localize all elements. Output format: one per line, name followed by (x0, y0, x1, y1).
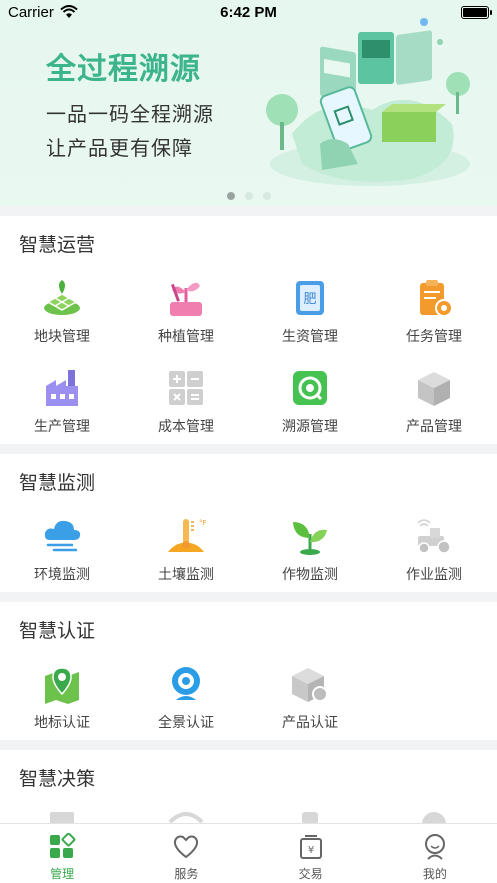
grid-item-landmark-certification[interactable]: 地标认证 (0, 664, 124, 732)
planting-icon (170, 282, 202, 316)
section-smart-certification: 智慧认证 地标认证 全景认证 产品认证 (0, 602, 497, 740)
tab-trade[interactable]: ¥ 交易 (249, 824, 373, 883)
grid-item-crop-monitoring[interactable]: 作物监测 (248, 516, 372, 584)
svg-text:°F: °F (199, 519, 206, 527)
banner-line-1: 一品一码全程溯源 (46, 104, 214, 126)
banner-title: 全过程溯源 (46, 53, 201, 86)
fertilizer-icon: 肥 (296, 281, 324, 315)
profile-icon (424, 834, 445, 860)
grid-item-label: 地标认证 (34, 714, 90, 730)
decision-item-icon[interactable] (166, 808, 206, 824)
decision-item-icon[interactable] (414, 808, 454, 824)
status-bar: Carrier 6:42 PM (0, 0, 497, 24)
field-plot-icon (44, 280, 80, 315)
grid-item-soil-monitoring[interactable]: °F 土壤监测 (124, 516, 248, 584)
grid-item-label: 作物监测 (282, 566, 338, 582)
tab-manage[interactable]: 管理 (0, 824, 124, 883)
grid-item-label: 地块管理 (34, 328, 90, 344)
grid-item-product-management[interactable]: 产品管理 (372, 368, 496, 436)
promo-banner[interactable]: 全过程溯源 一品一码全程溯源 让产品更有保障 (0, 0, 497, 206)
svg-text:¥: ¥ (307, 845, 313, 856)
banner-illustration (266, 18, 470, 186)
factory-icon (46, 370, 78, 406)
tab-label: 我的 (422, 867, 447, 881)
soil-thermometer-icon: °F (168, 519, 206, 552)
grid-item-label: 产品认证 (282, 714, 338, 730)
grid-item-label: 生产管理 (34, 418, 90, 434)
wifi-icon (60, 5, 78, 18)
grid-item-label: 作业监测 (406, 566, 462, 582)
cloud-wind-icon (44, 520, 81, 552)
grid-item-supplies-management[interactable]: 肥 生资管理 (248, 278, 372, 346)
banner-pagination[interactable] (0, 192, 497, 200)
section-title: 智慧运营 (19, 235, 96, 256)
grid-item-panorama-certification[interactable]: 全景认证 (124, 664, 248, 732)
bottom-tab-bar: 管理 服务 ¥ 交易 我的 (0, 823, 497, 883)
calculator-icon (169, 371, 203, 405)
section-title: 智慧决策 (19, 769, 96, 790)
grid-item-trace-management[interactable]: 溯源管理 (248, 368, 372, 436)
section-smart-decision: 智慧决策 (0, 750, 497, 830)
tab-profile[interactable]: 我的 (373, 824, 497, 883)
camera-icon (172, 667, 200, 700)
grid-item-cost-management[interactable]: 成本管理 (124, 368, 248, 436)
pagination-dot[interactable] (262, 192, 271, 200)
map-pin-icon (45, 667, 79, 704)
grid-item-label: 种植管理 (158, 328, 214, 344)
manage-grid-icon (50, 833, 76, 858)
service-heart-icon (174, 835, 199, 859)
grid-item-label: 全景认证 (158, 714, 214, 730)
decision-item-icon[interactable] (42, 808, 82, 824)
section-title: 智慧监测 (19, 473, 96, 494)
tab-label: 管理 (50, 867, 75, 881)
banner-line-2: 让产品更有保障 (46, 138, 193, 160)
grid-item-planting-management[interactable]: 种植管理 (124, 278, 248, 346)
tab-label: 服务 (174, 867, 199, 881)
grid-item-label: 环境监测 (34, 566, 90, 582)
section-title: 智慧认证 (19, 621, 96, 642)
trade-yen-icon: ¥ (299, 835, 322, 859)
product-box-icon (418, 372, 450, 406)
svg-text:肥: 肥 (303, 292, 316, 307)
tab-service[interactable]: 服务 (124, 824, 248, 883)
decision-item-icon[interactable] (290, 808, 330, 824)
grid-item-operation-monitoring[interactable]: 作业监测 (372, 516, 496, 584)
grid-item-label: 土壤监测 (158, 566, 214, 582)
section-smart-operations: 智慧运营 地块管理 种植管理 肥 生资管理 任务管理 生产管理 成本管理 溯源管… (0, 216, 497, 444)
pagination-dot[interactable] (244, 192, 253, 200)
pagination-dot-active[interactable] (226, 192, 235, 200)
carrier-label: Carrier (8, 3, 54, 21)
grid-item-label: 生资管理 (282, 328, 338, 344)
grid-item-task-management[interactable]: 任务管理 (372, 278, 496, 346)
grid-item-label: 产品管理 (406, 418, 462, 434)
grid-item-label: 任务管理 (406, 328, 462, 344)
battery-icon (461, 5, 492, 19)
task-clipboard-icon (420, 280, 453, 317)
grid-item-environment-monitoring[interactable]: 环境监测 (0, 516, 124, 584)
section-smart-monitoring: 智慧监测 环境监测 °F 土壤监测 作物监测 作业监测 (0, 454, 497, 592)
product-cert-icon (292, 668, 328, 702)
tractor-icon (417, 519, 451, 554)
grid-item-product-certification[interactable]: 产品认证 (248, 664, 372, 732)
tab-label: 交易 (298, 867, 323, 881)
trace-scan-icon (293, 371, 327, 405)
grid-item-field-management[interactable]: 地块管理 (0, 278, 124, 346)
sprout-icon (293, 522, 327, 555)
grid-item-production-management[interactable]: 生产管理 (0, 368, 124, 436)
grid-item-label: 溯源管理 (282, 418, 338, 434)
grid-item-label: 成本管理 (158, 418, 214, 434)
